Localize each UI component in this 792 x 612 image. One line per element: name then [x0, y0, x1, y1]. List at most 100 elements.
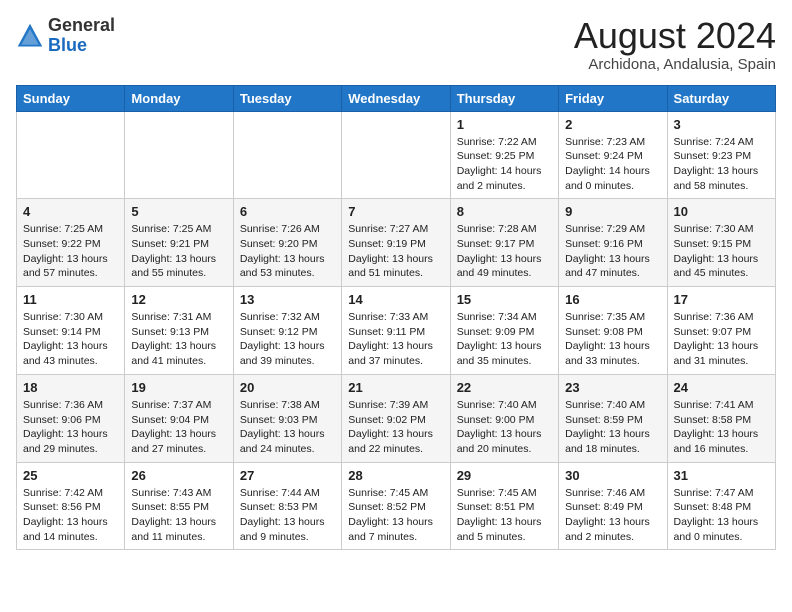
day-content: Sunrise: 7:40 AM Sunset: 9:00 PM Dayligh…: [457, 398, 552, 457]
calendar-week-row: 1 Sunrise: 7:22 AM Sunset: 9:25 PM Daylig…: [17, 111, 776, 199]
logo-blue-text: Blue: [48, 36, 115, 56]
day-number: 4: [23, 204, 118, 219]
calendar-cell: 17 Sunrise: 7:36 AM Sunset: 9:07 PM Dayli…: [667, 287, 775, 375]
day-content: Sunrise: 7:27 AM Sunset: 9:19 PM Dayligh…: [348, 222, 443, 281]
day-number: 6: [240, 204, 335, 219]
day-header-sunday: Sunday: [17, 85, 125, 111]
day-content: Sunrise: 7:30 AM Sunset: 9:14 PM Dayligh…: [23, 310, 118, 369]
day-number: 11: [23, 292, 118, 307]
calendar-cell: 3 Sunrise: 7:24 AM Sunset: 9:23 PM Daylig…: [667, 111, 775, 199]
day-content: Sunrise: 7:34 AM Sunset: 9:09 PM Dayligh…: [457, 310, 552, 369]
calendar-cell: 20 Sunrise: 7:38 AM Sunset: 9:03 PM Dayli…: [233, 374, 341, 462]
calendar-cell: 25 Sunrise: 7:42 AM Sunset: 8:56 PM Dayli…: [17, 462, 125, 550]
page-header: General Blue August 2024 Archidona, Anda…: [16, 16, 776, 73]
day-number: 24: [674, 380, 769, 395]
day-content: Sunrise: 7:23 AM Sunset: 9:24 PM Dayligh…: [565, 135, 660, 194]
day-number: 21: [348, 380, 443, 395]
calendar-cell: 28 Sunrise: 7:45 AM Sunset: 8:52 PM Dayli…: [342, 462, 450, 550]
calendar-cell: 4 Sunrise: 7:25 AM Sunset: 9:22 PM Daylig…: [17, 199, 125, 287]
day-content: Sunrise: 7:45 AM Sunset: 8:52 PM Dayligh…: [348, 486, 443, 545]
day-content: Sunrise: 7:39 AM Sunset: 9:02 PM Dayligh…: [348, 398, 443, 457]
calendar-cell: 30Sunrise: 7:46 AM Sunset: 8:49 PM Dayli…: [559, 462, 667, 550]
day-header-wednesday: Wednesday: [342, 85, 450, 111]
calendar-cell: 1 Sunrise: 7:22 AM Sunset: 9:25 PM Daylig…: [450, 111, 558, 199]
day-content: Sunrise: 7:36 AM Sunset: 9:07 PM Dayligh…: [674, 310, 769, 369]
day-number: 25: [23, 468, 118, 483]
subtitle: Archidona, Andalusia, Spain: [574, 56, 776, 73]
day-number: 26: [131, 468, 226, 483]
day-number: 29: [457, 468, 552, 483]
calendar-cell: 31Sunrise: 7:47 AM Sunset: 8:48 PM Dayli…: [667, 462, 775, 550]
day-number: 5: [131, 204, 226, 219]
calendar-cell: 27Sunrise: 7:44 AM Sunset: 8:53 PM Dayli…: [233, 462, 341, 550]
day-content: Sunrise: 7:43 AM Sunset: 8:55 PM Dayligh…: [131, 486, 226, 545]
calendar-cell: 19 Sunrise: 7:37 AM Sunset: 9:04 PM Dayli…: [125, 374, 233, 462]
calendar-cell: 15 Sunrise: 7:34 AM Sunset: 9:09 PM Dayli…: [450, 287, 558, 375]
calendar-cell: [233, 111, 341, 199]
day-number: 18: [23, 380, 118, 395]
calendar-cell: 14Sunrise: 7:33 AM Sunset: 9:11 PM Dayli…: [342, 287, 450, 375]
day-number: 12: [131, 292, 226, 307]
title-block: August 2024 Archidona, Andalusia, Spain: [574, 16, 776, 73]
day-content: Sunrise: 7:42 AM Sunset: 8:56 PM Dayligh…: [23, 486, 118, 545]
calendar-cell: 29 Sunrise: 7:45 AM Sunset: 8:51 PM Dayli…: [450, 462, 558, 550]
day-number: 22: [457, 380, 552, 395]
calendar-week-row: 11 Sunrise: 7:30 AM Sunset: 9:14 PM Dayli…: [17, 287, 776, 375]
calendar-cell: 24Sunrise: 7:41 AM Sunset: 8:58 PM Dayli…: [667, 374, 775, 462]
calendar-cell: 21 Sunrise: 7:39 AM Sunset: 9:02 PM Dayli…: [342, 374, 450, 462]
calendar-cell: [17, 111, 125, 199]
calendar-week-row: 18 Sunrise: 7:36 AM Sunset: 9:06 PM Dayli…: [17, 374, 776, 462]
day-content: Sunrise: 7:37 AM Sunset: 9:04 PM Dayligh…: [131, 398, 226, 457]
calendar-cell: 6 Sunrise: 7:26 AM Sunset: 9:20 PM Daylig…: [233, 199, 341, 287]
calendar-cell: [125, 111, 233, 199]
logo-icon: [16, 22, 44, 50]
day-content: Sunrise: 7:31 AM Sunset: 9:13 PM Dayligh…: [131, 310, 226, 369]
logo: General Blue: [16, 16, 115, 56]
day-header-thursday: Thursday: [450, 85, 558, 111]
day-content: Sunrise: 7:28 AM Sunset: 9:17 PM Dayligh…: [457, 222, 552, 281]
day-content: Sunrise: 7:36 AM Sunset: 9:06 PM Dayligh…: [23, 398, 118, 457]
day-number: 19: [131, 380, 226, 395]
calendar-week-row: 25 Sunrise: 7:42 AM Sunset: 8:56 PM Dayli…: [17, 462, 776, 550]
day-content: Sunrise: 7:22 AM Sunset: 9:25 PM Dayligh…: [457, 135, 552, 194]
day-number: 9: [565, 204, 660, 219]
day-number: 28: [348, 468, 443, 483]
day-header-friday: Friday: [559, 85, 667, 111]
day-number: 14: [348, 292, 443, 307]
day-number: 16: [565, 292, 660, 307]
calendar-cell: 16 Sunrise: 7:35 AM Sunset: 9:08 PM Dayli…: [559, 287, 667, 375]
day-number: 2: [565, 117, 660, 132]
day-content: Sunrise: 7:35 AM Sunset: 9:08 PM Dayligh…: [565, 310, 660, 369]
day-content: Sunrise: 7:32 AM Sunset: 9:12 PM Dayligh…: [240, 310, 335, 369]
calendar-header-row: SundayMondayTuesdayWednesdayThursdayFrid…: [17, 85, 776, 111]
day-number: 23: [565, 380, 660, 395]
calendar-cell: 2 Sunrise: 7:23 AM Sunset: 9:24 PM Daylig…: [559, 111, 667, 199]
day-number: 7: [348, 204, 443, 219]
day-content: Sunrise: 7:25 AM Sunset: 9:22 PM Dayligh…: [23, 222, 118, 281]
calendar-cell: 23Sunrise: 7:40 AM Sunset: 8:59 PM Dayli…: [559, 374, 667, 462]
calendar-cell: [342, 111, 450, 199]
day-content: Sunrise: 7:26 AM Sunset: 9:20 PM Dayligh…: [240, 222, 335, 281]
day-number: 15: [457, 292, 552, 307]
day-number: 8: [457, 204, 552, 219]
day-number: 10: [674, 204, 769, 219]
day-content: Sunrise: 7:45 AM Sunset: 8:51 PM Dayligh…: [457, 486, 552, 545]
calendar-cell: 12 Sunrise: 7:31 AM Sunset: 9:13 PM Dayli…: [125, 287, 233, 375]
logo-general-text: General: [48, 16, 115, 36]
day-content: Sunrise: 7:25 AM Sunset: 9:21 PM Dayligh…: [131, 222, 226, 281]
calendar-cell: 22 Sunrise: 7:40 AM Sunset: 9:00 PM Dayli…: [450, 374, 558, 462]
main-title: August 2024: [574, 16, 776, 56]
day-content: Sunrise: 7:46 AM Sunset: 8:49 PM Dayligh…: [565, 486, 660, 545]
calendar-cell: 10Sunrise: 7:30 AM Sunset: 9:15 PM Dayli…: [667, 199, 775, 287]
day-content: Sunrise: 7:38 AM Sunset: 9:03 PM Dayligh…: [240, 398, 335, 457]
day-header-tuesday: Tuesday: [233, 85, 341, 111]
calendar-cell: 18 Sunrise: 7:36 AM Sunset: 9:06 PM Dayli…: [17, 374, 125, 462]
day-header-monday: Monday: [125, 85, 233, 111]
day-number: 3: [674, 117, 769, 132]
day-number: 20: [240, 380, 335, 395]
calendar-cell: 5 Sunrise: 7:25 AM Sunset: 9:21 PM Daylig…: [125, 199, 233, 287]
day-number: 1: [457, 117, 552, 132]
day-content: Sunrise: 7:29 AM Sunset: 9:16 PM Dayligh…: [565, 222, 660, 281]
day-number: 17: [674, 292, 769, 307]
day-content: Sunrise: 7:24 AM Sunset: 9:23 PM Dayligh…: [674, 135, 769, 194]
